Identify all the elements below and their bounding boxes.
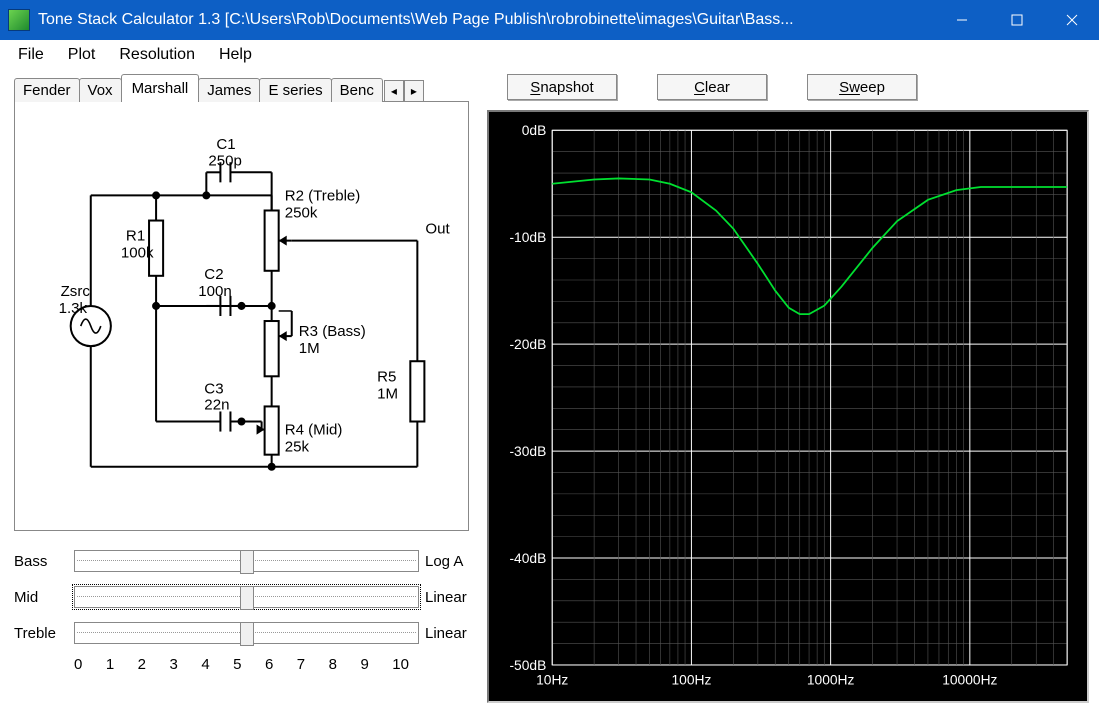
value-r3: 1M: [299, 340, 320, 357]
svg-text:-40dB: -40dB: [509, 550, 546, 566]
svg-text:100Hz: 100Hz: [671, 672, 711, 688]
sweep-button[interactable]: Sweep: [807, 74, 917, 100]
slider-bass-thumb[interactable]: [240, 550, 254, 574]
tick-2: 2: [138, 656, 146, 673]
menu-file[interactable]: File: [6, 42, 56, 68]
slider-bass-row: Bass Log A: [14, 546, 469, 576]
tab-vox[interactable]: Vox: [79, 78, 122, 102]
svg-text:-50dB: -50dB: [509, 657, 546, 673]
slider-mid-thumb[interactable]: [240, 586, 254, 610]
clear-button[interactable]: Clear: [657, 74, 767, 100]
slider-treble[interactable]: [74, 622, 419, 644]
label-out: Out: [425, 221, 450, 238]
tick-0: 0: [74, 656, 82, 673]
tick-6: 6: [265, 656, 273, 673]
minimize-button[interactable]: [934, 0, 989, 40]
sliders-area: Bass Log A Mid Linear Treble Linear 0 1 …: [14, 546, 469, 673]
value-zsrc: 1.3k: [59, 300, 88, 317]
svg-text:-30dB: -30dB: [509, 443, 546, 459]
tick-7: 7: [297, 656, 305, 673]
close-button[interactable]: [1044, 0, 1099, 40]
value-r5: 1M: [377, 385, 398, 402]
tick-5: 5: [233, 656, 241, 673]
label-r3: R3 (Bass): [299, 323, 366, 340]
left-pane: Fender Vox Marshall James E series Benc …: [14, 74, 469, 703]
schematic-panel: Zsrc 1.3k R1 100k C1 250p C2 100n C3 22n…: [14, 101, 469, 531]
slider-mid-law: Linear: [419, 589, 469, 606]
svg-text:-10dB: -10dB: [509, 229, 546, 245]
menu-plot[interactable]: Plot: [56, 42, 108, 68]
tab-marshall[interactable]: Marshall: [121, 74, 200, 102]
tick-10: 10: [392, 656, 409, 673]
maximize-button[interactable]: [989, 0, 1044, 40]
slider-ticks: 0 1 2 3 4 5 6 7 8 9 10: [14, 654, 469, 673]
tab-bench[interactable]: Benc: [331, 78, 383, 102]
svg-text:10000Hz: 10000Hz: [942, 672, 997, 688]
value-r2: 250k: [285, 205, 318, 222]
label-c2: C2: [204, 266, 223, 283]
svg-text:-20dB: -20dB: [509, 336, 546, 352]
tick-9: 9: [360, 656, 368, 673]
schematic-svg: Zsrc 1.3k R1 100k C1 250p C2 100n C3 22n…: [23, 110, 460, 522]
tick-8: 8: [329, 656, 337, 673]
svg-text:0dB: 0dB: [522, 122, 547, 138]
label-r5: R5: [377, 368, 396, 385]
titlebar: Tone Stack Calculator 1.3 [C:\Users\Rob\…: [0, 0, 1099, 40]
svg-text:10Hz: 10Hz: [536, 672, 568, 688]
window-buttons: [934, 0, 1099, 40]
tabstrip: Fender Vox Marshall James E series Benc …: [14, 74, 469, 102]
label-c3: C3: [204, 380, 223, 397]
slider-mid-label: Mid: [14, 589, 74, 606]
slider-treble-law: Linear: [419, 625, 469, 642]
slider-treble-label: Treble: [14, 625, 74, 642]
value-r1: 100k: [121, 245, 154, 262]
value-c1: 250p: [208, 152, 242, 169]
label-r1: R1: [126, 228, 145, 245]
tabs-scroll-right[interactable]: ▸: [404, 80, 424, 102]
tick-4: 4: [201, 656, 209, 673]
menubar: File Plot Resolution Help: [0, 40, 1099, 70]
right-pane: Snapshot Clear Sweep 0dB -10dB -20dB -30dB -…: [487, 74, 1089, 703]
tab-eseries[interactable]: E series: [259, 78, 331, 102]
tabs-scroll-left[interactable]: ◂: [384, 80, 404, 102]
app-icon: [8, 9, 30, 31]
tab-fender[interactable]: Fender: [14, 78, 80, 102]
svg-text:1000Hz: 1000Hz: [807, 672, 855, 688]
menu-help[interactable]: Help: [207, 42, 264, 68]
menu-resolution[interactable]: Resolution: [107, 42, 207, 68]
plot-buttons: Snapshot Clear Sweep: [487, 74, 1089, 102]
label-c1: C1: [216, 136, 235, 153]
tick-3: 3: [169, 656, 177, 673]
slider-bass-law: Log A: [419, 553, 469, 570]
slider-bass[interactable]: [74, 550, 419, 572]
slider-mid-row: Mid Linear: [14, 582, 469, 612]
response-plot[interactable]: 0dB -10dB -20dB -30dB -40dB -50dB10Hz 100Hz 100…: [495, 118, 1077, 695]
tick-1: 1: [106, 656, 114, 673]
tab-james[interactable]: James: [198, 78, 260, 102]
slider-mid[interactable]: [74, 586, 419, 608]
window-title: Tone Stack Calculator 1.3 [C:\Users\Rob\…: [38, 11, 934, 29]
value-c3: 22n: [204, 396, 229, 413]
value-r4: 25k: [285, 439, 310, 456]
slider-treble-thumb[interactable]: [240, 622, 254, 646]
slider-bass-label: Bass: [14, 553, 74, 570]
snapshot-button[interactable]: Snapshot: [507, 74, 617, 100]
label-zsrc: Zsrc: [61, 283, 91, 300]
label-r4: R4 (Mid): [285, 422, 343, 439]
plot-frame: 0dB -10dB -20dB -30dB -40dB -50dB10Hz 100Hz 100…: [487, 110, 1089, 703]
slider-treble-row: Treble Linear: [14, 618, 469, 648]
label-r2: R2 (Treble): [285, 187, 361, 204]
value-c2: 100n: [198, 283, 232, 300]
